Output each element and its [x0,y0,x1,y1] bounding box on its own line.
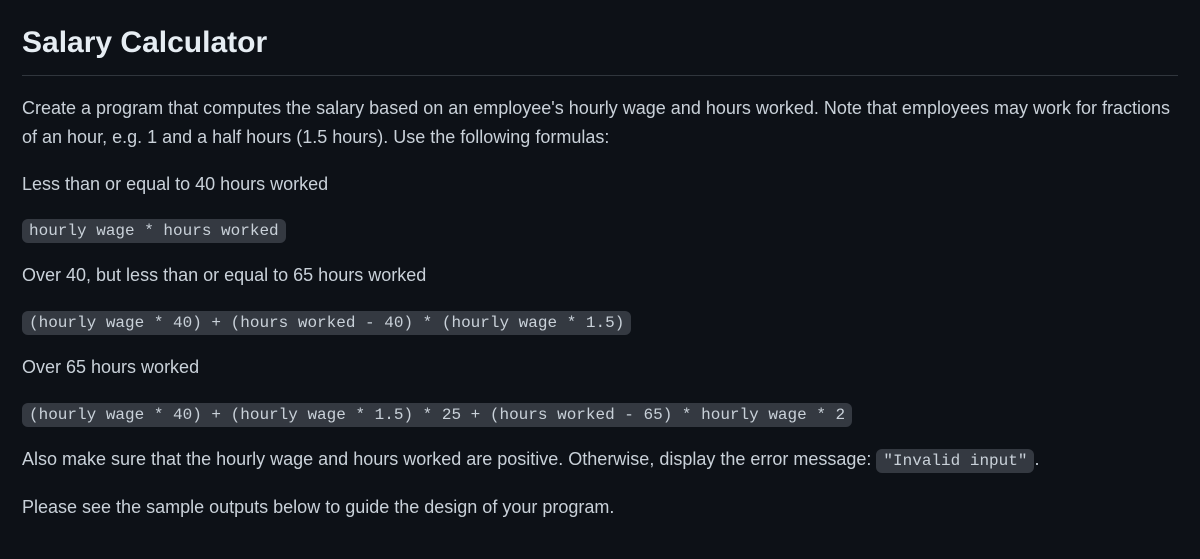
page-title: Salary Calculator [22,20,1178,76]
validation-text-before: Also make sure that the hourly wage and … [22,449,876,469]
case3-label: Over 65 hours worked [22,353,1178,382]
validation-error-code: "Invalid input" [876,449,1034,473]
intro-paragraph: Create a program that computes the salar… [22,94,1178,152]
closing-paragraph: Please see the sample outputs below to g… [22,493,1178,522]
validation-text-after: . [1034,449,1039,469]
case2-label: Over 40, but less than or equal to 65 ho… [22,261,1178,290]
case3-formula: (hourly wage * 40) + (hourly wage * 1.5)… [22,403,852,427]
case3-formula-block: (hourly wage * 40) + (hourly wage * 1.5)… [22,400,1178,427]
case2-formula-block: (hourly wage * 40) + (hours worked - 40)… [22,308,1178,335]
validation-paragraph: Also make sure that the hourly wage and … [22,445,1178,475]
case1-formula-block: hourly wage * hours worked [22,216,1178,243]
case2-formula: (hourly wage * 40) + (hours worked - 40)… [22,311,631,335]
case1-formula: hourly wage * hours worked [22,219,286,243]
case1-label: Less than or equal to 40 hours worked [22,170,1178,199]
